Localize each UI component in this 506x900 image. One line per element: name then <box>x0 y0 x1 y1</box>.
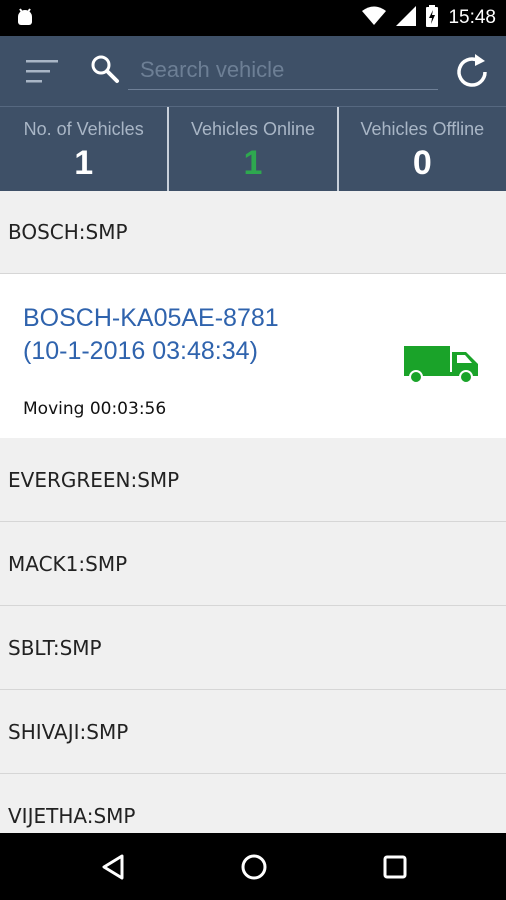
stat-label: Vehicles Offline <box>360 119 485 139</box>
home-icon[interactable] <box>240 853 268 885</box>
group-label: MACK1:SMP <box>8 551 128 576</box>
back-icon[interactable] <box>100 853 126 885</box>
stat-value: 1 <box>74 144 94 182</box>
group-label: BOSCH:SMP <box>8 219 128 244</box>
group-row[interactable]: EVERGREEN:SMP <box>0 438 506 522</box>
signal-icon <box>396 6 417 30</box>
group-label: SBLT:SMP <box>8 635 102 660</box>
vehicle-status: Moving 00:03:56 <box>23 399 167 419</box>
wifi-icon <box>362 6 387 30</box>
vehicle-title: BOSCH-KA05AE-8781 (10-1-2016 03:48:34) <box>23 302 383 368</box>
search-icon[interactable] <box>90 54 120 84</box>
group-label: VIJETHA:SMP <box>8 803 136 828</box>
menu-icon[interactable] <box>26 58 62 86</box>
group-row[interactable]: VIJETHA:SMP <box>0 774 506 833</box>
truck-icon <box>404 342 480 388</box>
group-label: EVERGREEN:SMP <box>8 467 180 492</box>
stat-vehicles-online: Vehicles Online 1 <box>167 107 336 191</box>
recents-icon[interactable] <box>382 853 408 885</box>
group-row-bosch[interactable]: BOSCH:SMP <box>0 190 506 274</box>
vehicle-stats: No. of Vehicles 1 Vehicles Online 1 Vehi… <box>0 106 506 191</box>
group-label: SHIVAJI:SMP <box>8 719 129 744</box>
group-row[interactable]: SHIVAJI:SMP <box>0 690 506 774</box>
group-row[interactable]: MACK1:SMP <box>0 522 506 606</box>
stat-vehicles-offline: Vehicles Offline 0 <box>336 107 506 191</box>
stat-value: 1 <box>243 144 263 182</box>
stat-label: Vehicles Online <box>190 119 316 139</box>
vehicle-id: BOSCH-KA05AE-8781 <box>23 304 279 332</box>
vehicle-timestamp: (10-1-2016 03:48:34) <box>23 337 258 365</box>
group-row[interactable]: SBLT:SMP <box>0 606 506 690</box>
refresh-icon[interactable] <box>452 52 492 92</box>
status-time: 15:48 <box>448 7 496 28</box>
battery-icon <box>426 5 439 31</box>
toolbar <box>0 36 506 106</box>
vehicle-group-list: BOSCH:SMP BOSCH-KA05AE-8781 (10-1-2016 0… <box>0 190 506 833</box>
android-debug-icon <box>14 7 36 33</box>
stat-total-vehicles: No. of Vehicles 1 <box>0 107 167 191</box>
stat-label: No. of Vehicles <box>23 119 144 139</box>
vehicle-card[interactable]: BOSCH-KA05AE-8781 (10-1-2016 03:48:34) M… <box>0 274 506 438</box>
search-input[interactable] <box>128 50 438 90</box>
stat-value: 0 <box>412 144 432 182</box>
navigation-bar <box>0 833 506 900</box>
status-bar: 15:48 <box>0 0 506 36</box>
